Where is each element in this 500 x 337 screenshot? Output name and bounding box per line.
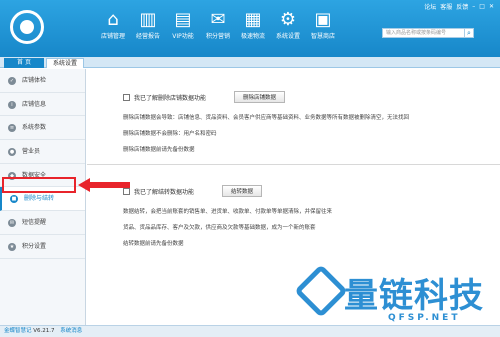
settings-icon: ⚙ — [279, 9, 297, 30]
delete-shop-data-button[interactable]: 删除店铺数据 — [234, 91, 286, 103]
delete-icon: ■ — [10, 195, 18, 204]
vip-icon: ▤ — [174, 9, 192, 30]
delete-warning-line: 删除店铺数据会导致：店铺信息、货品资料、会员客户供应商等基础资料、业务数据等所有… — [123, 115, 410, 121]
nav-business-report[interactable]: ▥ 经营报告 — [131, 9, 165, 40]
transfer-desc-line: 数据结转，会把当前账套的销售单、进货单、收款单、付款单等单据清除，并保留往来 — [123, 209, 333, 215]
search-icon[interactable]: ⌕ — [464, 28, 474, 38]
forum-link[interactable]: 论坛 — [424, 2, 436, 11]
delete-ack-label: 我已了解删除店铺数据功能 — [134, 94, 207, 102]
transfer-desc-line: 货品、货品品库存、客户及欠款，供应商及欠款等基础数据，成为一个新的账套 — [123, 225, 316, 231]
transfer-backup-line: 结转数据前请先备份数据 — [123, 241, 184, 247]
info-icon: i — [8, 100, 16, 109]
search-input[interactable]: 输入商品名称或按条码编号 — [382, 28, 466, 38]
delete-backup-line: 删除店铺数据前请先备份数据 — [123, 147, 195, 153]
status-app-name: 金蝶智慧记 — [4, 328, 32, 334]
delete-section: 我已了解删除店铺数据功能 删除店铺数据 删除店铺数据会导致：店铺信息、货品资料、… — [123, 91, 409, 161]
maximize-icon[interactable]: □ — [479, 3, 485, 10]
nav-logistics[interactable]: ▦ 极速物流 — [236, 9, 270, 40]
transfer-section: 我已了解结转数据功能 结转数据 数据结转，会把当前账套的销售单、进货单、收款单、… — [123, 185, 332, 255]
transfer-data-button[interactable]: 结转数据 — [222, 185, 263, 197]
tab-bar: 首 页 系统设置 — [0, 57, 500, 68]
params-icon: ≡ — [8, 124, 16, 133]
status-version: V6.21.7 — [33, 328, 55, 334]
staff-icon: ● — [8, 148, 16, 157]
nav-marketing[interactable]: ✉ 积分营销 — [201, 9, 235, 40]
sidebar-item-system-params[interactable]: ≡ 系统参数 — [0, 116, 85, 141]
help-link[interactable]: 客服 — [440, 2, 452, 11]
report-icon: ▥ — [139, 9, 157, 30]
main-nav: ⌂ 店铺管理 ▥ 经营报告 ▤ VIP功能 ✉ 积分营销 ▦ 极速物流 ⚙ 系统设置 ▣ 智慧… — [96, 9, 341, 40]
app-logo — [10, 10, 44, 44]
logistics-icon: ▦ — [244, 9, 262, 30]
nav-smart-store[interactable]: ▣ 智慧商店 — [306, 9, 340, 40]
sidebar-item-shop-check[interactable]: ✓ 店铺体检 — [0, 69, 85, 93]
shop-icon: ⌂ — [107, 9, 119, 30]
store-icon: ▣ — [314, 9, 332, 30]
watermark-logo-icon — [294, 264, 348, 318]
sidebar-item-sms-reminder[interactable]: ✉ 短信提醒 — [0, 211, 85, 235]
tab-home[interactable]: 首 页 — [4, 58, 44, 68]
marketing-icon: ✉ — [210, 9, 226, 30]
status-bar: 金蝶智慧记 V6.21.7 系统消息 — [0, 325, 500, 337]
section-divider — [87, 164, 500, 165]
watermark-url: QFSP.NET — [388, 313, 461, 323]
watermark-text: 量链科技 — [344, 276, 484, 316]
sms-icon: ✉ — [8, 219, 16, 228]
feedback-link[interactable]: 反馈 — [456, 2, 468, 11]
delete-ack-checkbox[interactable] — [123, 93, 130, 101]
system-messages-link[interactable]: 系统消息 — [60, 328, 82, 334]
window-controls: 论坛 客服 反馈 – □ ✕ — [420, 2, 494, 11]
sidebar-item-shop-info[interactable]: i 店铺信息 — [0, 93, 85, 117]
check-icon: ✓ — [8, 77, 16, 85]
nav-vip[interactable]: ▤ VIP功能 — [166, 9, 200, 40]
delete-keep-line: 删除店铺数据不会删除：用户名和密码 — [123, 131, 217, 137]
minimize-icon[interactable]: – — [472, 3, 475, 10]
close-icon[interactable]: ✕ — [489, 3, 494, 10]
sidebar-item-points-settings[interactable]: ★ 积分设置 — [0, 235, 85, 259]
points-icon: ★ — [8, 242, 16, 251]
nav-settings[interactable]: ⚙ 系统设置 — [271, 9, 305, 40]
top-banner: ⌂ 店铺管理 ▥ 经营报告 ▤ VIP功能 ✉ 积分营销 ▦ 极速物流 ⚙ 系统设置 ▣ 智慧… — [0, 0, 500, 57]
transfer-ack-label: 我已了解结转数据功能 — [134, 188, 195, 196]
tab-system-settings[interactable]: 系统设置 — [46, 58, 84, 68]
nav-shop-management[interactable]: ⌂ 店铺管理 — [96, 9, 130, 40]
sidebar-item-staff[interactable]: ● 营业员 — [0, 140, 85, 164]
red-arrow-icon — [78, 178, 130, 192]
sidebar: ✓ 店铺体检 i 店铺信息 ≡ 系统参数 ● 营业员 ◆ 数据安全 ■ 删除与结转 ✉ 短信提… — [0, 69, 86, 325]
highlight-box — [2, 177, 76, 193]
